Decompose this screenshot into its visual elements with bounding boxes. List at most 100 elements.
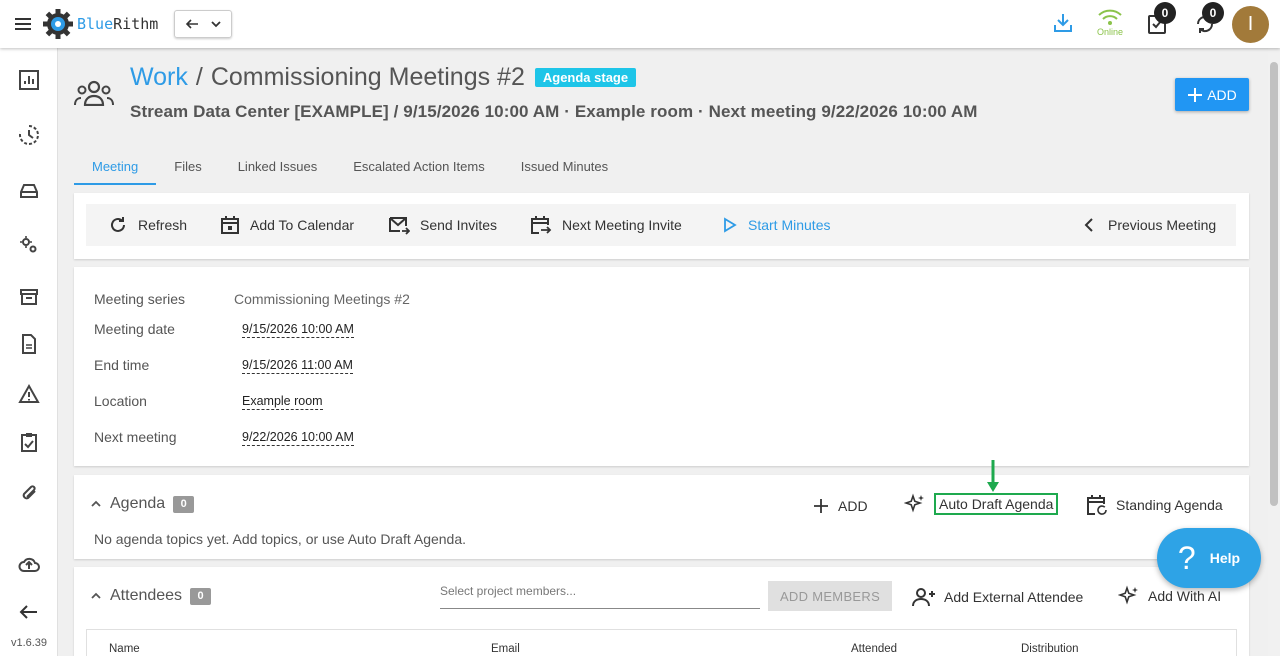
arrow-down-icon [986,460,1000,496]
plus-icon [812,497,838,515]
tasks-button[interactable]: 0 [1146,2,1176,35]
mail-send-icon [388,215,420,235]
archive-icon[interactable] [18,286,40,308]
previous-meeting-label: Previous Meeting [1108,217,1217,233]
attendees-count-badge: 0 [190,587,212,605]
calendar-arrow-icon [530,215,562,235]
agenda-header[interactable]: Agenda 0 [90,495,195,513]
settings-icon[interactable] [18,234,40,256]
menu-icon[interactable] [14,15,32,33]
chevron-up-icon[interactable] [90,590,110,602]
end-time-value[interactable]: 9/15/2026 11:00 AM [242,358,353,374]
agenda-title: Agenda [110,495,166,512]
breadcrumb-separator: / [195,63,203,91]
warning-icon[interactable] [18,383,40,405]
tab-meeting[interactable]: Meeting [74,152,157,185]
download-icon[interactable] [1051,11,1075,35]
clipboard-check-icon[interactable] [18,431,40,453]
location-value[interactable]: Example room [242,394,323,410]
chevron-up-icon[interactable] [90,498,110,510]
refresh-label: Refresh [138,217,188,233]
chevron-left-icon [1082,217,1108,233]
location-label: Location [94,393,147,409]
document-icon[interactable] [18,333,40,355]
agenda-count-badge: 0 [173,495,195,513]
add-to-calendar-button[interactable]: Add To Calendar [220,204,354,246]
attendees-header[interactable]: Attendees 0 [90,587,212,605]
logo-text: BlueRithm [77,15,158,33]
agenda-add-label: ADD [838,498,868,514]
next-meeting-value[interactable]: 9/22/2026 10:00 AM [242,430,354,446]
help-button[interactable]: ? Help [1157,528,1261,588]
attendees-card: Attendees 0 Select project members... AD… [74,567,1249,656]
avatar[interactable]: I [1232,6,1269,43]
history-nav[interactable] [174,10,232,38]
page-scrollbar[interactable] [1268,48,1280,656]
sync-count-badge: 0 [1202,2,1224,24]
schedule-icon[interactable] [18,124,40,146]
column-email[interactable]: Email [491,643,520,655]
sidebar [0,48,58,656]
auto-draft-agenda-button[interactable]: Auto Draft Agenda [904,493,1059,515]
auto-draft-agenda-label: Auto Draft Agenda [934,493,1059,515]
plus-icon [1187,87,1203,103]
attendees-title: Attendees [110,587,183,604]
logo-text-dark: Rithm [113,15,159,33]
agenda-empty-text: No agenda topics yet. Add topics, or use… [94,531,467,547]
chevron-down-icon[interactable] [210,18,222,30]
scrollbar-thumb[interactable] [1270,62,1278,506]
meeting-date-value[interactable]: 9/15/2026 10:00 AM [242,322,354,338]
sparkle-icon [1118,585,1148,607]
standing-agenda-button[interactable]: Standing Agenda [1086,494,1223,516]
previous-meeting-button[interactable]: Previous Meeting [1082,204,1216,246]
agenda-add-button[interactable]: ADD [812,497,868,515]
calendar-repeat-icon [1086,494,1116,516]
next-meeting-invite-button[interactable]: Next Meeting Invite [530,204,682,246]
tab-issued-minutes[interactable]: Issued Minutes [503,152,626,185]
start-minutes-label: Start Minutes [748,217,831,233]
wifi-icon [1096,8,1124,26]
arrow-back-icon[interactable] [184,16,200,32]
meeting-title: Commissioning Meetings #2 [210,63,525,91]
person-add-icon [912,587,944,607]
help-label: Help [1209,550,1241,566]
play-icon [722,217,748,233]
end-time-label: End time [94,357,150,373]
add-external-attendee-label: Add External Attendee [944,589,1084,605]
tab-escalated-action-items[interactable]: Escalated Action Items [335,152,503,185]
meeting-details-card: Meeting series Commissioning Meetings #2… [74,267,1249,466]
column-name[interactable]: Name [109,643,140,655]
meeting-date-label: Meeting date [94,321,175,337]
add-button[interactable]: ADD [1175,78,1249,111]
app-logo[interactable]: BlueRithm [42,8,158,40]
start-minutes-button[interactable]: Start Minutes [722,204,830,246]
tab-files[interactable]: Files [156,152,219,185]
dashboard-icon[interactable] [18,69,40,91]
connection-status: Online [1096,8,1124,37]
tab-linked-issues[interactable]: Linked Issues [220,152,336,185]
page-title: Work / Commissioning Meetings #2 Agenda … [130,63,637,92]
inbox-icon[interactable] [18,180,40,202]
breadcrumb-work-link[interactable]: Work [130,63,188,92]
send-invites-button[interactable]: Send Invites [388,204,497,246]
add-members-button[interactable]: ADD MEMBERS [768,581,892,611]
column-attended[interactable]: Attended [851,643,897,655]
select-members-input[interactable]: Select project members... [440,584,760,609]
refresh-button[interactable]: Refresh [108,204,187,246]
sync-button[interactable]: 0 [1194,2,1224,35]
attachment-icon[interactable] [18,482,40,504]
tab-bar: Meeting Files Linked Issues Escalated Ac… [74,152,626,185]
meeting-toolbar: Refresh Add To Calendar Send Invites Nex… [86,204,1236,246]
add-with-ai-button[interactable]: Add With AI [1118,585,1221,607]
agenda-card: Agenda 0 ADD Auto Draft Agenda Standing … [74,475,1249,559]
collapse-arrow-icon[interactable] [18,601,40,623]
gear-logo-icon [42,8,74,40]
add-with-ai-label: Add With AI [1148,588,1222,604]
meeting-toolbar-card: Refresh Add To Calendar Send Invites Nex… [74,193,1249,259]
top-bar: BlueRithm Online 0 0 I [0,0,1280,48]
add-external-attendee-button[interactable]: Add External Attendee [912,587,1083,607]
column-distribution[interactable]: Distribution [1021,643,1079,655]
meeting-subtitle: Stream Data Center [EXAMPLE] / 9/15/2026… [130,102,978,121]
cloud-upload-icon[interactable] [18,553,40,575]
stage-badge: Agenda stage [534,68,637,87]
